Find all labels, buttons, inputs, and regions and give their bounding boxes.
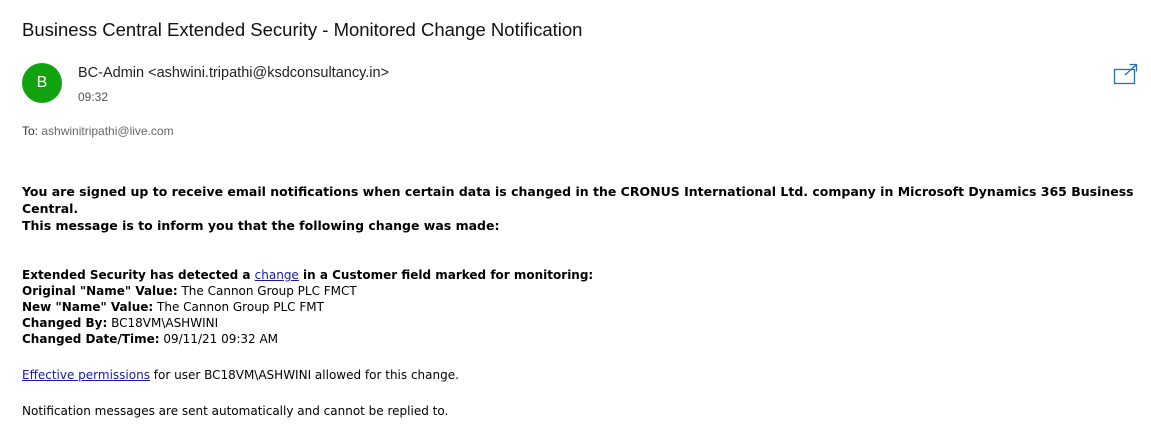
changed-by-label: Changed By: xyxy=(22,316,108,330)
changed-datetime-line: Changed Date/Time: 09/11/21 09:32 AM xyxy=(22,331,1142,347)
email-time: 09:32 xyxy=(78,90,109,104)
email-subject: Business Central Extended Security - Mon… xyxy=(22,19,583,40)
changed-datetime-value: 09/11/21 09:32 AM xyxy=(159,332,279,346)
intro-line-2: This message is to inform you that the f… xyxy=(22,218,500,233)
recipient-address[interactable]: ashwinitripathi@live.com xyxy=(41,124,173,138)
effective-permissions-link[interactable]: Effective permissions xyxy=(22,368,150,382)
avatar-letter: B xyxy=(36,74,48,91)
intro-line-1: You are signed up to receive email notif… xyxy=(22,184,1134,216)
new-value-line: New "Name" Value: The Cannon Group PLC F… xyxy=(22,299,1142,315)
original-value: The Cannon Group PLC FMCT xyxy=(177,284,357,298)
new-label: New "Name" Value: xyxy=(22,300,154,314)
recipient-line: To: ashwinitripathi@live.com xyxy=(22,124,174,138)
sender-avatar[interactable]: B xyxy=(22,63,62,103)
change-details: Extended Security has detected a change … xyxy=(22,267,1142,347)
original-label: Original "Name" Value: xyxy=(22,284,178,298)
original-value-line: Original "Name" Value: The Cannon Group … xyxy=(22,283,1142,299)
changed-by-value: BC18VM\ASHWINI xyxy=(107,316,219,330)
to-label: To: xyxy=(22,124,39,138)
intro-text: You are signed up to receive email notif… xyxy=(22,183,1142,234)
changed-datetime-label: Changed Date/Time: xyxy=(22,332,160,346)
new-value: The Cannon Group PLC FMT xyxy=(153,300,324,314)
footer-note: Notification messages are sent automatic… xyxy=(22,404,449,418)
detected-suffix: in a Customer field marked for monitorin… xyxy=(298,268,594,282)
detected-line: Extended Security has detected a change … xyxy=(22,267,1142,283)
changed-by-line: Changed By: BC18VM\ASHWINI xyxy=(22,315,1142,331)
permissions-text: for user BC18VM\ASHWINI allowed for this… xyxy=(149,368,459,382)
permissions-line: Effective permissions for user BC18VM\AS… xyxy=(22,367,1142,384)
detected-prefix: Extended Security has detected a xyxy=(22,268,255,282)
sender-name[interactable]: BC-Admin <ashwini.tripathi@ksdconsultanc… xyxy=(78,65,389,81)
change-link[interactable]: change xyxy=(255,268,299,282)
open-in-new-window-icon[interactable] xyxy=(1113,63,1139,85)
